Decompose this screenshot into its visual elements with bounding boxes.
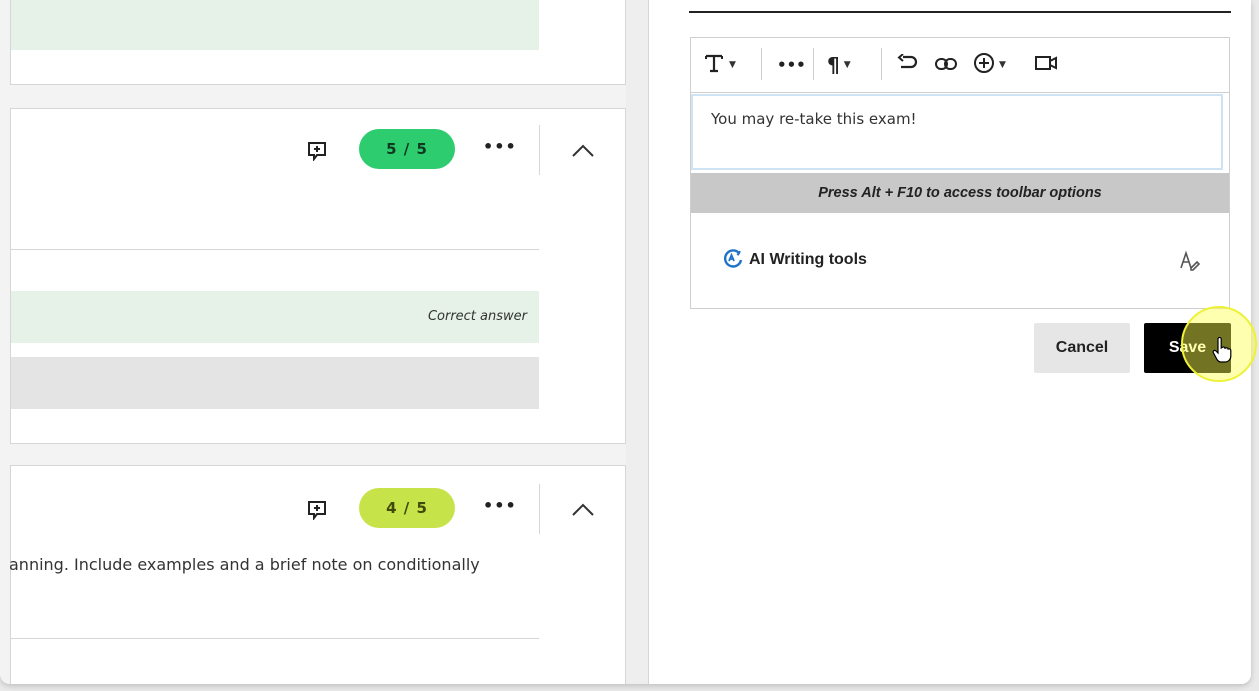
feedback-panel: ▼ ••• ¶ ▼ ▼ You may re-take this exam! P… <box>648 0 1251 684</box>
divider <box>761 48 762 80</box>
score-badge[interactable]: 4 / 5 <box>359 488 455 528</box>
rich-text-editor: ▼ ••• ¶ ▼ ▼ You may re-take this exam! P… <box>690 37 1230 309</box>
app-frame: 5 / 5 ••• Correct answer 4 / 5 ••• annin… <box>0 0 1251 684</box>
divider <box>11 249 539 250</box>
question-card: 4 / 5 ••• anning. Include examples and a… <box>9 465 626 684</box>
video-icon <box>1035 55 1057 75</box>
feedback-text: You may re-take this exam! <box>711 110 917 128</box>
undo-button[interactable] <box>897 52 919 78</box>
more-dots-icon: ••• <box>777 56 806 74</box>
question-text: anning. Include examples and a brief not… <box>9 555 480 574</box>
question-list-pane: 5 / 5 ••• Correct answer 4 / 5 ••• annin… <box>0 0 648 684</box>
link-icon <box>935 56 957 75</box>
divider <box>539 484 540 534</box>
text-style-icon <box>703 52 725 78</box>
pen-icon[interactable] <box>1177 250 1201 276</box>
paragraph-icon: ¶ <box>827 53 840 77</box>
hand-cursor-icon <box>1212 336 1232 367</box>
editor-toolbar: ▼ ••• ¶ ▼ ▼ <box>691 38 1229 93</box>
question-card: 5 / 5 ••• Correct answer <box>10 108 626 444</box>
divider <box>539 125 540 175</box>
answer-highlight <box>11 0 539 50</box>
feedback-text-input[interactable]: You may re-take this exam! <box>691 94 1223 170</box>
divider <box>881 48 882 80</box>
divider <box>813 48 814 80</box>
more-options-icon[interactable]: ••• <box>483 137 517 156</box>
cancel-button[interactable]: Cancel <box>1034 323 1130 373</box>
toolbar-hint-bar: Press Alt + F10 to access toolbar option… <box>691 173 1229 213</box>
paragraph-button[interactable]: ¶ ▼ <box>827 52 851 78</box>
undo-icon <box>897 53 919 76</box>
more-options-button[interactable]: ••• <box>777 52 806 78</box>
correct-answer-label: Correct answer <box>427 309 527 324</box>
ai-icon <box>723 248 743 272</box>
add-feedback-icon[interactable] <box>307 500 326 520</box>
question-card-prev <box>10 0 626 85</box>
ai-writing-tools-label: AI Writing tools <box>749 251 867 268</box>
score-badge[interactable]: 5 / 5 <box>359 129 455 169</box>
divider <box>689 11 1231 13</box>
answer-option-row <box>11 357 539 409</box>
text-style-button[interactable]: ▼ <box>703 52 736 78</box>
toolbar-hint: Press Alt + F10 to access toolbar option… <box>818 185 1102 201</box>
ai-writing-tools[interactable]: AI Writing tools <box>723 248 867 272</box>
correct-answer-row: Correct answer <box>11 291 539 343</box>
more-options-icon[interactable]: ••• <box>483 496 517 515</box>
insert-content-button[interactable]: ▼ <box>973 52 1006 78</box>
collapse-chevron-icon[interactable] <box>571 502 595 516</box>
scrollbar[interactable] <box>626 0 648 684</box>
video-button[interactable] <box>1035 52 1057 78</box>
add-content-icon <box>973 52 995 78</box>
divider <box>11 638 539 639</box>
link-button[interactable] <box>935 52 957 78</box>
collapse-chevron-icon[interactable] <box>571 143 595 157</box>
add-feedback-icon[interactable] <box>307 141 326 161</box>
